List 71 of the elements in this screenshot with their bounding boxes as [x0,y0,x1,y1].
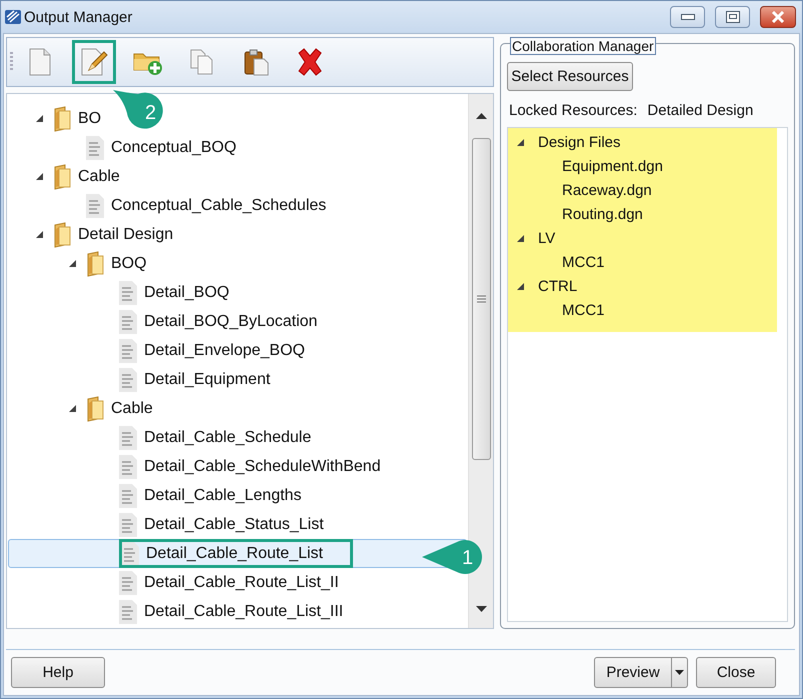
collapse-arrow-icon[interactable] [516,282,524,290]
window-title: Output Manager [24,8,134,26]
maximize-icon [726,11,740,23]
caret-icon [675,670,684,675]
report-icon [117,424,139,450]
close-icon [771,11,785,23]
tree-item[interactable]: Detail_Cable_Lengths [144,486,302,504]
resource-item[interactable]: MCC1 [562,254,605,270]
collapse-arrow-icon[interactable] [68,404,76,412]
report-icon [117,482,139,508]
resource-item[interactable]: Equipment.dgn [562,158,663,174]
tree-item[interactable]: Cable [78,168,120,186]
toolbar-button[interactable] [75,43,113,81]
tree-item[interactable]: Detail Design [78,226,174,244]
collapse-arrow-icon[interactable] [68,258,76,268]
resource-item[interactable]: Raceway.dgn [562,182,652,198]
locked-value: Detailed Design [647,102,754,119]
report-icon [117,570,139,596]
tree-item[interactable]: Detail_Cable_Route_List [146,544,323,562]
scroll-up-icon[interactable] [476,113,486,119]
collapse-arrow-icon[interactable] [516,234,524,242]
tree-item[interactable]: Detail_Cable_Route_List_II [144,574,339,592]
preview-button[interactable]: Preview [594,657,672,688]
tree-item[interactable]: Detail_Cable_Schedule [144,428,312,446]
tree-item[interactable]: Conceptual_BOQ [111,138,236,156]
report-icon [117,338,139,364]
collapse-arrow-icon[interactable] [516,138,524,146]
close-button[interactable] [760,6,796,28]
tree-item[interactable]: Detail_Cable_Status_List [144,516,324,534]
report-icon [119,540,141,566]
resource-item[interactable]: Routing.dgn [562,206,643,222]
report-icon [84,134,106,160]
tree-item[interactable]: BO [78,110,102,128]
report-icon [84,192,106,218]
report-icon [117,598,139,624]
report-icon [117,454,139,480]
resource-item[interactable]: CTRL [538,278,578,294]
tree-item[interactable]: Detail_Envelope_BOQ [144,342,305,360]
tree-item[interactable]: Detail_Cable_Route_List_III [144,602,344,620]
collapse-arrow-icon[interactable] [34,114,44,122]
tree-item[interactable]: Conceptual_Cable_Schedules [111,196,326,214]
edit-document-icon [80,48,108,76]
tree-item[interactable]: BOQ [111,254,147,272]
resource-item[interactable]: Design Files [538,134,621,150]
minimize-icon [680,14,694,20]
tree-item[interactable]: Cable [111,400,153,418]
report-icon [117,280,139,306]
tree-item[interactable]: Detail_Equipment [144,370,270,388]
tree-item[interactable]: Detail_Cable_ScheduleWithBend [144,458,381,476]
app-logo-icon [4,8,22,26]
report-icon [117,366,139,392]
help-button[interactable]: Help [11,657,105,688]
tree-item[interactable]: Detail_BOQ [144,284,230,302]
clipboard-icon [242,48,270,76]
select-resources-button[interactable]: Select Resources [507,62,633,91]
maximize-button[interactable] [715,6,750,28]
tree-item[interactable]: Detail_BOQ_ByLocation [144,312,318,330]
collapse-arrow-icon[interactable] [34,172,44,180]
resource-item[interactable]: LV [538,230,556,246]
minimize-button[interactable] [670,6,705,28]
report-icon [117,308,139,334]
resource-item[interactable]: MCC1 [562,302,605,318]
scroll-down-icon[interactable] [476,606,486,612]
document-icon [28,48,52,76]
scroll-thumb[interactable] [472,138,490,460]
close-dialog-button[interactable]: Close [696,657,776,688]
dropdown-button[interactable] [672,657,688,688]
collapse-arrow-icon[interactable] [34,230,44,238]
panel-title: Collaboration Manager [510,37,656,55]
locked-label: Locked Resources: [509,102,638,119]
report-icon [117,512,139,538]
